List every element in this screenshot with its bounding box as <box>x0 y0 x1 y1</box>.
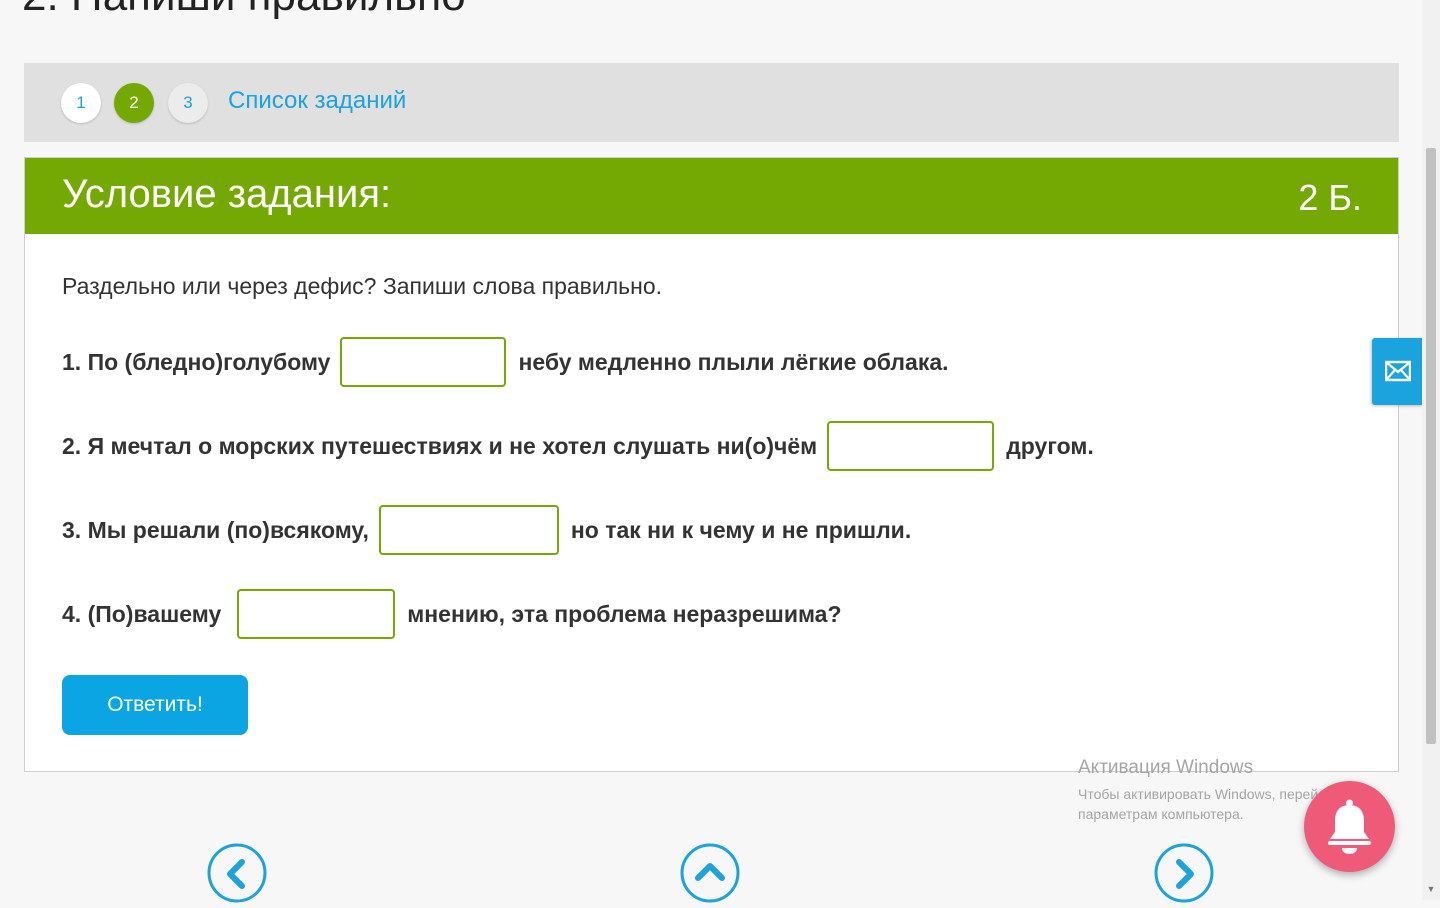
task-card-header: Условие задания: 2 Б. <box>25 158 1398 234</box>
feedback-mail-button[interactable] <box>1372 338 1424 405</box>
task-item-1: 1. По (бледно)голубому небу медленно плы… <box>62 337 949 387</box>
task-item-1-before: 1. По (бледно)голубому <box>62 348 331 375</box>
task-item-4-before: 4. (По)вашему <box>62 600 222 627</box>
task-list-link[interactable]: Список заданий <box>228 87 406 115</box>
task-points: 2 Б. <box>1298 177 1362 218</box>
task-item-3-after: но так ни к чему и не пришли. <box>570 516 912 543</box>
task-item-1-after: небу медленно плыли лёгкие облака. <box>518 348 949 375</box>
task-stepper: 1 2 3 Список заданий <box>24 63 1399 142</box>
chevron-right-icon <box>1154 843 1214 903</box>
scroll-top-button[interactable] <box>680 843 740 903</box>
task-item-4: 4. (По)вашему мнению, эта проблема нераз… <box>62 589 842 639</box>
chevron-left-icon <box>207 843 267 903</box>
task-item-2-after: другом. <box>1006 432 1094 459</box>
step-3-button[interactable]: 3 <box>168 83 208 123</box>
page-title: 2. Напиши правильно <box>22 0 466 18</box>
bell-icon <box>1328 799 1371 854</box>
task-item-1-answer-input[interactable] <box>340 337 507 387</box>
task-item-2-before: 2. Я мечтал о морских путешествиях и не … <box>62 432 818 459</box>
task-item-3-before: 3. Мы решали (по)всякому, <box>62 516 369 543</box>
next-task-button[interactable] <box>1154 843 1214 903</box>
task-card: Условие задания: 2 Б. Раздельно или чере… <box>24 157 1399 772</box>
task-item-2: 2. Я мечтал о морских путешествиях и не … <box>62 421 1094 471</box>
scroll-down-arrow-icon[interactable]: ▼ <box>1426 884 1436 894</box>
previous-task-button[interactable] <box>207 843 267 903</box>
envelope-icon <box>1385 360 1411 382</box>
task-item-4-answer-input[interactable] <box>237 589 396 639</box>
scrollbar-thumb[interactable] <box>1426 148 1436 744</box>
notifications-bell-button[interactable] <box>1304 781 1395 872</box>
task-item-3: 3. Мы решали (по)всякому, но так ни к че… <box>62 505 911 555</box>
step-1-button[interactable]: 1 <box>61 83 101 123</box>
task-condition-title: Условие задания: <box>62 172 392 216</box>
task-item-3-answer-input[interactable] <box>378 505 559 555</box>
task-item-2-answer-input[interactable] <box>827 421 995 471</box>
chevron-up-icon <box>680 843 740 903</box>
task-instruction: Раздельно или через дефис? Запиши слова … <box>62 273 663 299</box>
submit-answer-button[interactable]: Ответить! <box>62 675 248 735</box>
task-item-4-after: мнению, эта проблема неразрешима? <box>407 600 842 627</box>
vertical-scrollbar[interactable]: ▼ <box>1422 0 1440 900</box>
step-2-button-active[interactable]: 2 <box>114 83 154 123</box>
